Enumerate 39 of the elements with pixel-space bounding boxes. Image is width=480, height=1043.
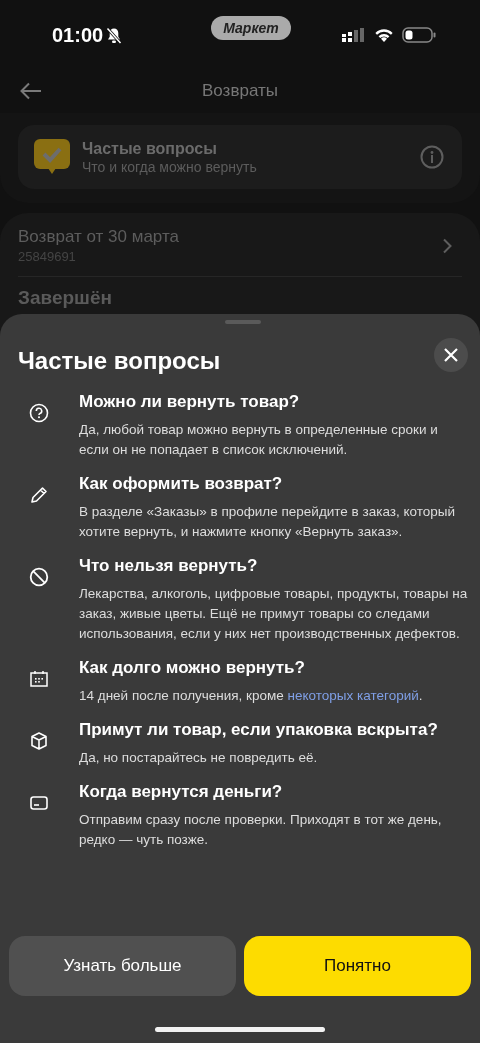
faq-question: Как оформить возврат? — [79, 473, 284, 495]
card-title: Частые вопросы — [82, 139, 218, 158]
pencil-icon — [29, 485, 49, 505]
faq-answer: Отправим сразу после проверки. Приходят в тот же день, редко — чуть позже. — [79, 811, 443, 849]
faq-card[interactable]: Частые вопросы Что и когда можно вернуть — [18, 125, 462, 189]
faq-question: Когда вернутся деньги? — [79, 781, 284, 803]
faq-answer: Да, но постарайтесь не повредить её. — [79, 749, 319, 767]
app-pill: Маркет — [211, 16, 291, 40]
battery-icon — [402, 27, 436, 43]
faq-answer: Лекарства, алкоголь, цифровые товары, продукты, товары на заказ, живые цветы. Ещё не примут товары со следами использования, если у них нет производственных дефектов. — [79, 585, 468, 643]
faq-answer: 14 дней после получения, кроме некоторых категорий. — [79, 687, 424, 705]
faq-question: Примут ли товар, если упаковка вскрыта? — [79, 719, 439, 741]
card-subtitle: Что и когда можно вернуть — [82, 158, 258, 175]
chevron-right-icon — [442, 237, 452, 254]
learn-more-button[interactable]: Узнать больше — [9, 936, 236, 996]
forbidden-icon — [29, 567, 49, 587]
confirm-button[interactable]: Понятно — [244, 936, 471, 996]
cube-icon — [29, 731, 49, 751]
section-title: Завершён — [18, 287, 113, 309]
faq-answer: Да, любой товар можно вернуть в определенные сроки и если он не попадает в список исключений. — [79, 421, 439, 459]
card-icon — [29, 793, 49, 813]
faq-question: Как долго можно вернуть? — [79, 657, 306, 679]
wifi-icon — [374, 27, 394, 43]
faq-answer: В разделе «Заказы» в профиле перейдите в заказ, который хотите вернуть, и нажмите кнопку «Вернуть заказ». — [79, 503, 457, 541]
sheet-title: Частые вопросы — [18, 347, 221, 375]
faq-question: Можно ли вернуть товар? — [79, 391, 301, 413]
calendar-icon — [29, 669, 49, 689]
close-icon — [444, 348, 458, 362]
status-time: 01:00 — [52, 23, 104, 47]
close-button[interactable] — [434, 338, 468, 372]
info-icon[interactable] — [420, 145, 444, 169]
return-title: Возврат от 30 марта — [18, 227, 179, 247]
sheet-handle[interactable] — [225, 320, 261, 324]
back-arrow-icon[interactable] — [20, 82, 42, 100]
signal-icon — [342, 28, 366, 42]
faq-question: Что нельзя вернуть? — [79, 555, 259, 577]
question-icon — [29, 403, 49, 423]
categories-link[interactable]: некоторых категорий — [287, 688, 419, 703]
page-title: Возвраты — [202, 81, 278, 101]
